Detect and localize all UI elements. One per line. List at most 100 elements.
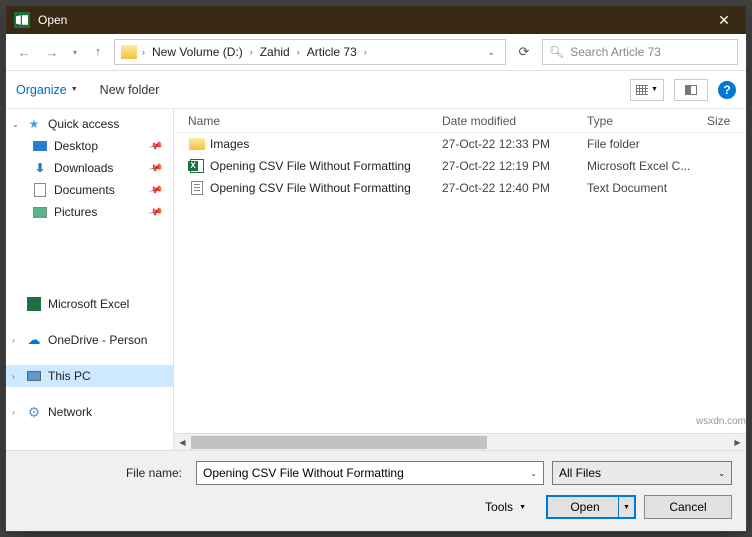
chevron-down-icon: ▼	[519, 504, 526, 511]
toolbar: Organize ▼ New folder ▼ ?	[6, 71, 746, 109]
nav-sidebar: ⌄★Quick access Desktop📌 ⬇Downloads📌 Docu…	[6, 109, 174, 450]
downloads-icon: ⬇	[32, 160, 48, 176]
col-name[interactable]: Name	[188, 114, 442, 128]
star-icon: ★	[26, 116, 42, 132]
label: Downloads	[54, 161, 113, 175]
crumb-0[interactable]: New Volume (D:)	[150, 44, 245, 60]
close-button[interactable]: ✕	[702, 6, 746, 34]
sidebar-gap	[6, 223, 173, 279]
col-type[interactable]: Type	[587, 114, 707, 128]
organize-menu[interactable]: Organize ▼	[16, 83, 78, 97]
chevron-down-icon: ⌄	[718, 469, 725, 478]
history-dropdown[interactable]: ▾	[68, 40, 82, 64]
cancel-button[interactable]: Cancel	[644, 495, 732, 519]
tools-label: Tools	[485, 500, 513, 514]
filetype-filter[interactable]: All Files ⌄	[552, 461, 732, 485]
file-row[interactable]: Images27-Oct-22 12:33 PMFile folder	[174, 133, 746, 155]
file-name: Images	[210, 137, 442, 151]
breadcrumb[interactable]: › New Volume (D:) › Zahid › Article 73 ›…	[114, 39, 506, 65]
open-button[interactable]: Open ▼	[546, 495, 636, 519]
chevron-right-icon[interactable]: ›	[294, 47, 303, 57]
chevron-down-icon[interactable]: ⌄	[530, 469, 537, 478]
file-row[interactable]: Opening CSV File Without Formatting27-Oc…	[174, 177, 746, 199]
chevron-down-icon: ▼	[71, 86, 78, 93]
column-headers: Name Date modified Type Size	[174, 109, 746, 133]
tools-menu[interactable]: Tools ▼	[485, 500, 526, 514]
open-split-dropdown[interactable]: ▼	[618, 497, 634, 517]
file-type: Text Document	[587, 181, 707, 195]
sidebar-network[interactable]: ›⚙Network	[6, 401, 173, 423]
pin-icon: 📌	[147, 160, 163, 176]
back-button[interactable]: ←	[12, 40, 36, 64]
filter-value: All Files	[559, 466, 601, 480]
chevron-right-icon[interactable]: ›	[361, 47, 370, 57]
label: Microsoft Excel	[48, 297, 129, 311]
nav-bar: ← → ▾ ↑ › New Volume (D:) › Zahid › Arti…	[6, 34, 746, 71]
expand-icon[interactable]: ›	[12, 372, 15, 381]
pc-icon	[26, 368, 42, 384]
scroll-track[interactable]	[191, 434, 729, 451]
file-date: 27-Oct-22 12:19 PM	[442, 159, 587, 173]
view-options-button[interactable]: ▼	[630, 79, 664, 101]
file-pane: Name Date modified Type Size Images27-Oc…	[174, 109, 746, 450]
open-label: Open	[570, 500, 599, 514]
scroll-right[interactable]: ▶	[729, 434, 746, 451]
file-name: Opening CSV File Without Formatting	[210, 159, 442, 173]
search-placeholder: Search Article 73	[570, 45, 661, 59]
expand-icon[interactable]: ⌄	[12, 120, 19, 129]
desktop-icon	[32, 138, 48, 154]
col-date[interactable]: Date modified	[442, 114, 587, 128]
file-list: Images27-Oct-22 12:33 PMFile folderOpeni…	[174, 133, 746, 433]
documents-icon	[32, 182, 48, 198]
forward-button[interactable]: →	[40, 40, 64, 64]
file-type: Microsoft Excel C...	[587, 159, 707, 173]
filename-value: Opening CSV File Without Formatting	[203, 466, 404, 480]
sidebar-pictures[interactable]: Pictures📌	[6, 201, 173, 223]
sidebar-downloads[interactable]: ⬇ Downloads 📌	[6, 157, 173, 179]
crumb-1[interactable]: Zahid	[258, 44, 292, 60]
label: Pictures	[54, 205, 97, 219]
pin-icon: 📌	[147, 138, 163, 154]
expand-icon[interactable]: ›	[12, 336, 15, 345]
help-button[interactable]: ?	[718, 81, 736, 99]
watermark: wsxdn.com	[696, 416, 746, 427]
cloud-icon: ☁	[26, 332, 42, 348]
sidebar-excel[interactable]: Microsoft Excel	[6, 293, 173, 315]
col-size[interactable]: Size	[707, 114, 736, 128]
breadcrumb-dropdown[interactable]: ⌄	[481, 47, 501, 58]
sidebar-documents[interactable]: Documents 📌	[6, 179, 173, 201]
horizontal-scrollbar[interactable]: ◀ ▶	[174, 433, 746, 450]
scroll-left[interactable]: ◀	[174, 434, 191, 451]
file-row[interactable]: Opening CSV File Without Formatting27-Oc…	[174, 155, 746, 177]
pin-icon: 📌	[147, 182, 163, 198]
drive-icon	[121, 45, 137, 59]
label: Desktop	[54, 139, 98, 153]
sidebar-this-pc[interactable]: ›This PC	[6, 365, 173, 387]
txt-icon	[188, 180, 206, 196]
filename-label: File name:	[20, 466, 188, 480]
organize-label: Organize	[16, 83, 67, 97]
sidebar-onedrive[interactable]: › ☁ OneDrive - Person	[6, 329, 173, 351]
file-date: 27-Oct-22 12:40 PM	[442, 181, 587, 195]
preview-pane-button[interactable]	[674, 79, 708, 101]
filename-input[interactable]: Opening CSV File Without Formatting ⌄	[196, 461, 544, 485]
label: OneDrive - Person	[48, 333, 147, 347]
excel-app-icon	[14, 12, 30, 28]
titlebar: Open ✕	[6, 6, 746, 34]
sidebar-desktop[interactable]: Desktop 📌	[6, 135, 173, 157]
chevron-right-icon[interactable]: ›	[139, 47, 148, 57]
scroll-thumb[interactable]	[191, 436, 487, 449]
sidebar-quick-access[interactable]: ⌄★Quick access	[6, 113, 173, 135]
dialog-footer: File name: Opening CSV File Without Form…	[6, 450, 746, 531]
expand-icon[interactable]: ›	[12, 408, 15, 417]
search-input[interactable]: 🔍︎ Search Article 73	[542, 39, 738, 65]
folder-icon	[188, 136, 206, 152]
refresh-button[interactable]: ⟳	[510, 39, 538, 65]
up-button[interactable]: ↑	[86, 40, 110, 64]
file-type: File folder	[587, 137, 707, 151]
grid-icon	[636, 85, 648, 95]
label: Documents	[54, 183, 115, 197]
new-folder-button[interactable]: New folder	[100, 83, 160, 97]
crumb-2[interactable]: Article 73	[305, 44, 359, 60]
chevron-right-icon[interactable]: ›	[247, 47, 256, 57]
